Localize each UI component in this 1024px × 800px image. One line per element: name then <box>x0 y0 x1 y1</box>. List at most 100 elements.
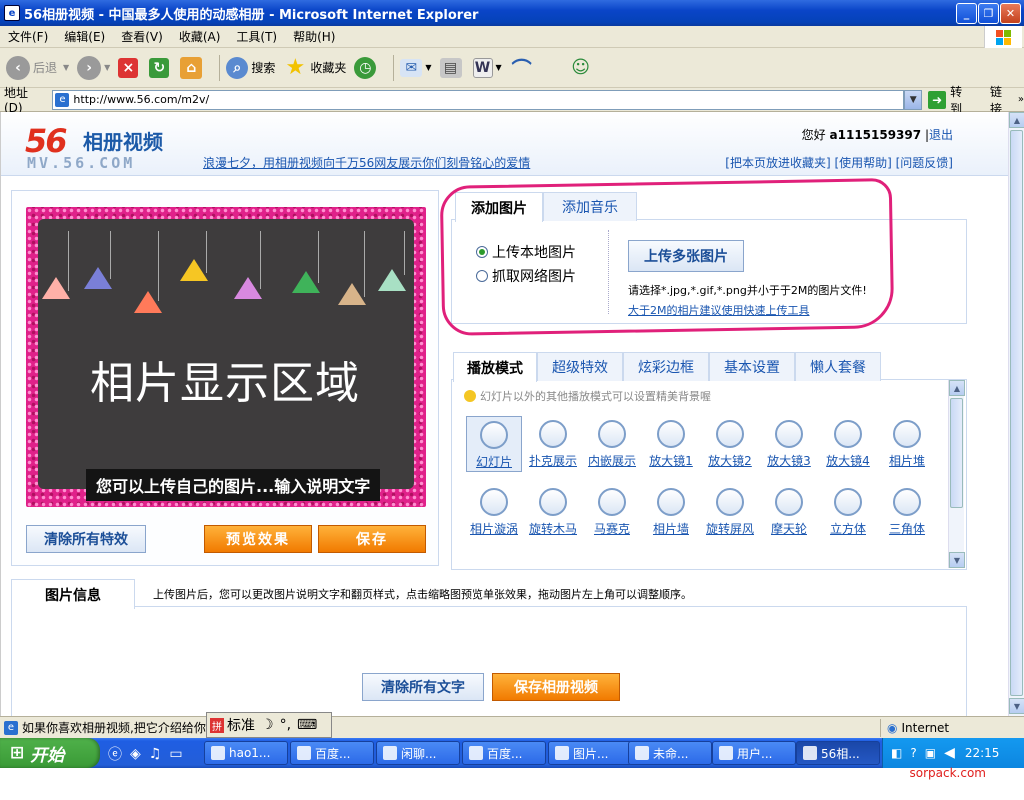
address-label: 地址(D) <box>4 86 29 115</box>
fx-magnifier-4[interactable]: 放大镜4 <box>820 416 876 472</box>
back-button[interactable]: ‹ 后退 ▼ <box>6 55 69 80</box>
fx-ferris-wheel[interactable]: 摩天轮 <box>761 484 817 540</box>
scroll-down-icon[interactable]: ▼ <box>1009 698 1024 714</box>
punctuation-icon[interactable]: °, <box>280 717 291 733</box>
magnifier-icon <box>775 420 803 448</box>
media-quicklaunch-icon[interactable]: ♫ <box>149 746 162 762</box>
fx-photo-swirl[interactable]: 相片漩涡 <box>466 484 522 540</box>
fx-triangle[interactable]: 三角体 <box>879 484 935 540</box>
history-button[interactable]: ◷ <box>354 56 379 79</box>
tray-arrow-icon[interactable]: ◀ <box>944 745 955 761</box>
fx-cube[interactable]: 立方体 <box>820 484 876 540</box>
task-item[interactable]: 百度... <box>462 741 546 765</box>
close-button[interactable]: ✕ <box>1000 3 1021 24</box>
go-arrow-icon[interactable]: ➜ <box>928 90 947 109</box>
fx-embedded[interactable]: 内嵌展示 <box>584 416 640 472</box>
moon-icon[interactable]: ☽ <box>261 717 274 733</box>
slogan-link[interactable]: 浪漫七夕，用相册视频向千万56网友展示你们刻骨铭心的爱情 <box>203 154 530 171</box>
ime-toolbar[interactable]: 拼 标准 ☽ °, ⌨ <box>206 712 332 738</box>
maximize-button[interactable]: ❐ <box>978 3 999 24</box>
save-button[interactable]: 保存 <box>318 525 426 553</box>
menu-favorites[interactable]: 收藏(A) <box>171 28 229 45</box>
menu-tools[interactable]: 工具(T) <box>228 28 285 45</box>
photo-display-area[interactable]: 相片显示区域 您可以上传自己的图片...输入说明文字 <box>26 207 426 507</box>
page-scroll-thumb[interactable] <box>1010 130 1023 696</box>
bird-icon: ⌒ <box>511 57 532 81</box>
tab-photo-info[interactable]: 图片信息 <box>11 579 135 609</box>
fx-photo-stack[interactable]: 相片堆 <box>879 416 935 472</box>
search-button[interactable]: ⌕ 搜索 <box>226 56 275 79</box>
fx-poker[interactable]: 扑克展示 <box>525 416 581 472</box>
fx-photo-wall[interactable]: 相片墙 <box>643 484 699 540</box>
scroll-down-icon[interactable]: ▼ <box>949 552 965 568</box>
address-bar: 地址(D) e http://www.56.com/m2v/ ▼ ➜ 转到 链接… <box>0 85 1024 116</box>
tab-lazy-package[interactable]: 懒人套餐 <box>795 352 881 381</box>
refresh-button[interactable]: ↻ <box>149 57 172 78</box>
home-button[interactable]: ⌂ <box>180 56 205 79</box>
tab-play-mode[interactable]: 播放模式 <box>453 352 537 382</box>
site-header: 56 相册视频 MV.56.COM 浪漫七夕，用相册视频向千万56网友展示你们刻… <box>1 112 1008 176</box>
tray-monitor-icon[interactable]: ▣ <box>925 746 936 760</box>
clock[interactable]: 22:15 <box>965 746 1000 760</box>
magnifier-icon <box>716 420 744 448</box>
scroll-up-icon[interactable]: ▲ <box>949 380 965 396</box>
task-item[interactable]: hao1... <box>204 741 288 765</box>
task-item[interactable]: 闲聊... <box>376 741 460 765</box>
menu-edit[interactable]: 编辑(E) <box>56 28 113 45</box>
clear-effects-button[interactable]: 清除所有特效 <box>26 525 146 553</box>
menu-view[interactable]: 查看(V) <box>113 28 171 45</box>
tab-super-effects[interactable]: 超级特效 <box>537 352 623 381</box>
edit-button[interactable]: W ▼ <box>472 57 502 78</box>
star-icon: ★ <box>285 55 306 80</box>
photo-info-panel: 清除所有文字 保存相册视频 <box>11 607 967 716</box>
page-scrollbar[interactable]: ▲ ▼ <box>1008 112 1024 716</box>
fx-magnifier-2[interactable]: 放大镜2 <box>702 416 758 472</box>
fx-rotating-screen[interactable]: 旋转屏风 <box>702 484 758 540</box>
fx-slideshow[interactable]: 幻灯片 <box>466 416 522 472</box>
favorites-button[interactable]: ★ 收藏夹 <box>283 55 346 80</box>
keyboard-icon[interactable]: ⌨ <box>297 717 317 733</box>
fx-magnifier-3[interactable]: 放大镜3 <box>761 416 817 472</box>
tray-help-icon[interactable]: ? <box>910 746 916 760</box>
ie-page-icon: e <box>4 720 18 735</box>
ie-quicklaunch-icon[interactable]: ⓔ <box>108 744 122 764</box>
taskbar: ⊞ 开始 ⓔ ◈ ♫ ▭ hao1... 百度... 闲聊... 百度... 图… <box>0 738 1024 768</box>
clear-text-button[interactable]: 清除所有文字 <box>362 673 484 701</box>
show-desktop-icon[interactable]: ▭ <box>169 746 182 762</box>
top-links[interactable]: [把本页放进收藏夹] [使用帮助] [问题反馈] <box>725 154 953 171</box>
task-item[interactable]: 未命... <box>628 741 712 765</box>
task-item[interactable]: 图片... <box>548 741 632 765</box>
logo-text: 相册视频 <box>83 130 163 154</box>
print-button[interactable]: ▤ <box>439 57 465 78</box>
mail-button[interactable]: ✉ ▼ <box>400 58 432 77</box>
stop-button[interactable]: × <box>118 57 141 78</box>
photo-caption[interactable]: 您可以上传自己的图片...输入说明文字 <box>86 469 381 501</box>
save-album-video-button[interactable]: 保存相册视频 <box>492 673 620 701</box>
forward-button[interactable]: › ▼ <box>77 55 110 80</box>
address-input[interactable]: e http://www.56.com/m2v/ <box>52 89 905 110</box>
logout-link[interactable]: 退出 <box>929 128 953 142</box>
menu-file[interactable]: 文件(F) <box>0 28 56 45</box>
tray-flag-icon[interactable]: ◧ <box>891 746 902 760</box>
address-dropdown-icon[interactable]: ▼ <box>904 89 923 110</box>
fx-mosaic[interactable]: 马赛克 <box>584 484 640 540</box>
fx-magnifier-1[interactable]: 放大镜1 <box>643 416 699 472</box>
scroll-thumb[interactable] <box>950 398 963 508</box>
preview-effect-button[interactable]: 预览效果 <box>204 525 312 553</box>
scroll-up-icon[interactable]: ▲ <box>1009 112 1024 128</box>
task-item[interactable]: 百度... <box>290 741 374 765</box>
task-item-active[interactable]: 56相... <box>796 741 880 765</box>
discuss-button[interactable]: ⌒ <box>510 56 537 81</box>
minimize-button[interactable]: _ <box>956 3 977 24</box>
tab-color-border[interactable]: 炫彩边框 <box>623 352 709 381</box>
menu-help[interactable]: 帮助(H) <box>285 28 343 45</box>
effects-scrollbar[interactable]: ▲ ▼ <box>948 380 965 568</box>
messenger-button[interactable]: ☺ <box>569 56 596 80</box>
links-chevron-icon[interactable]: » <box>1018 94 1024 105</box>
tab-basic-settings[interactable]: 基本设置 <box>709 352 795 381</box>
task-item[interactable]: 用户... <box>712 741 796 765</box>
zone-indicator: ◉ Internet <box>880 719 949 737</box>
app-quicklaunch-icon[interactable]: ◈ <box>130 746 141 762</box>
fx-carousel[interactable]: 旋转木马 <box>525 484 581 540</box>
start-button[interactable]: ⊞ 开始 <box>0 738 100 768</box>
